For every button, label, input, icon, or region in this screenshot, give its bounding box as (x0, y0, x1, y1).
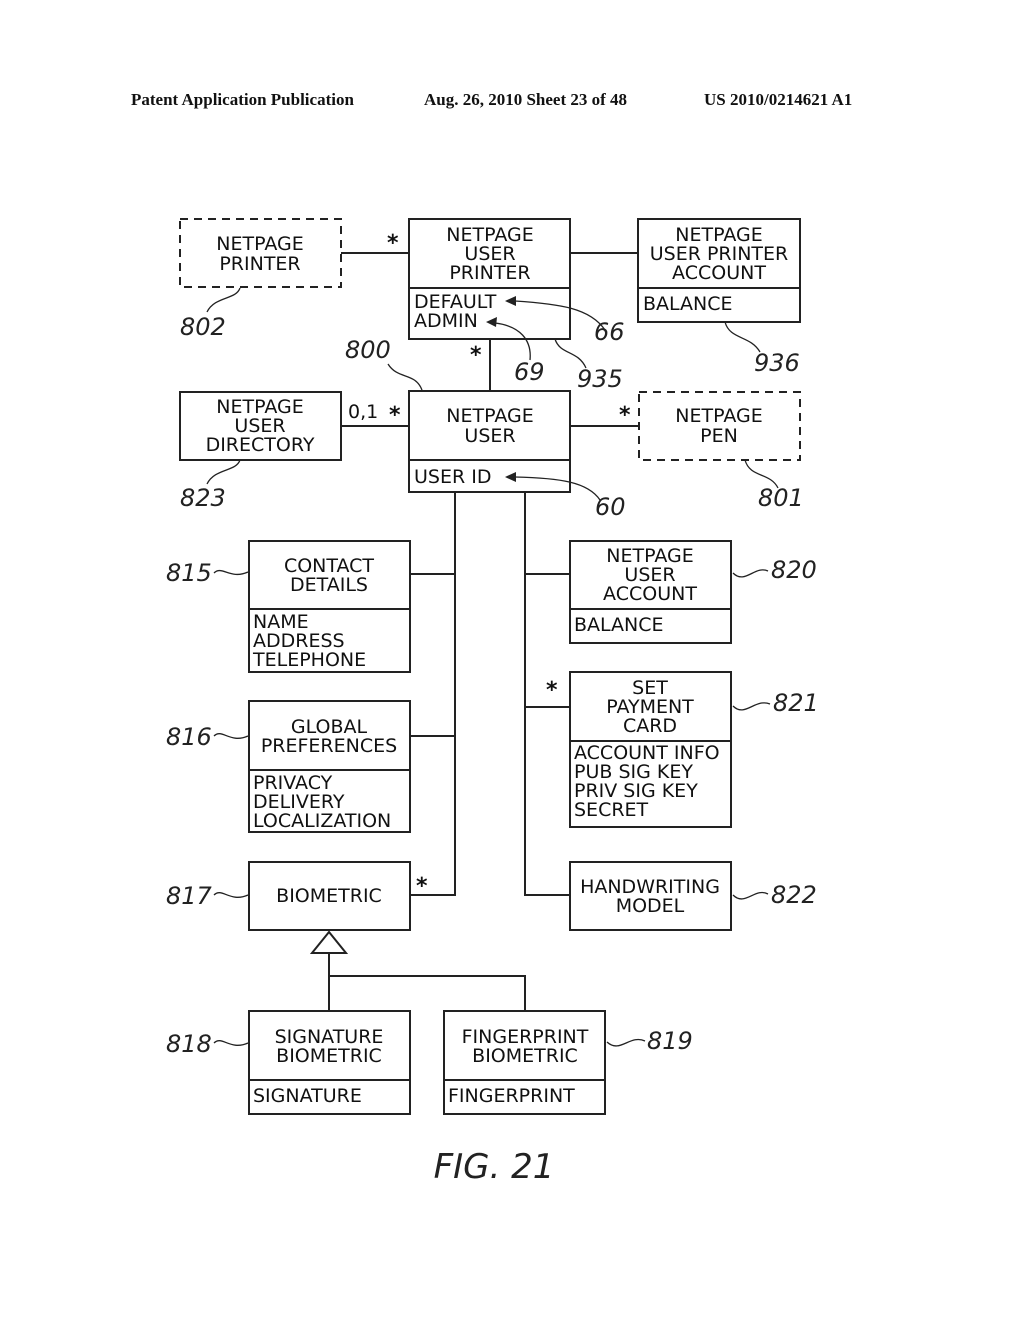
class-name-line: DETAILS (290, 574, 368, 596)
attribute-localization: LOCALIZATION (253, 810, 391, 832)
leader-817 (213, 892, 249, 898)
ref-numeral: 802 (180, 313, 226, 341)
attribute-telephone: TELEPHONE (252, 649, 366, 671)
class-name-line: NETPAGE (675, 405, 762, 427)
leader-802 (206, 287, 241, 313)
class-name-line: USER (464, 425, 515, 447)
multiplicity-label: * (416, 874, 428, 899)
ref-numeral: 935 (577, 365, 623, 393)
ref-numeral: 822 (771, 881, 817, 909)
class-set-payment-card[interactable]: SET PAYMENT CARD ACCOUNT INFO PUB SIG KE… (569, 671, 732, 828)
ref-numeral: 936 (754, 349, 800, 377)
class-name-line: DIRECTORY (206, 434, 315, 456)
multiplicity-label: * (470, 343, 482, 368)
attribute-balance: BALANCE (574, 614, 664, 636)
class-netpage-printer[interactable]: NETPAGE PRINTER (179, 218, 342, 288)
figure-caption: FIG. 21 (434, 1147, 555, 1187)
leader-936 (724, 321, 761, 353)
ref-numeral: 821 (773, 689, 819, 717)
class-netpage-user-printer-account[interactable]: NETPAGE USER PRINTER ACCOUNT BALANCE (637, 218, 801, 323)
generalization-triangle (309, 930, 349, 954)
leader-935 (554, 338, 587, 369)
leader-822 (732, 891, 769, 900)
class-name-line: CARD (623, 715, 677, 737)
class-handwriting-model[interactable]: HANDWRITING MODEL (569, 861, 732, 931)
class-name-line: BIOMETRIC (472, 1045, 578, 1067)
leader-821 (732, 702, 771, 711)
ref-numeral: 818 (166, 1030, 212, 1058)
attribute-secret: SECRET (574, 799, 649, 821)
attribute-admin: ADMIN (414, 310, 478, 332)
class-name-line: NETPAGE (216, 233, 303, 255)
class-netpage-pen[interactable]: NETPAGE PEN (638, 391, 801, 461)
inherit-fingerprint (329, 975, 526, 1011)
leader-800 (387, 363, 423, 391)
attribute-user-id: USER ID (414, 466, 491, 488)
ref-numeral: 817 (166, 882, 213, 910)
class-netpage-user[interactable]: NETPAGE USER USER ID (408, 390, 571, 493)
ref-numeral: 66 (594, 318, 625, 346)
leader-820 (732, 569, 769, 578)
class-name-line: NETPAGE (446, 405, 533, 427)
class-signature-biometric[interactable]: SIGNATURE BIOMETRIC SIGNATURE (248, 1010, 411, 1115)
leader-823 (206, 459, 241, 485)
uml-class-diagram: NETPAGE PRINTER NETPAGE USER PRINTER DEF… (166, 218, 819, 1187)
class-fingerprint-biometric[interactable]: FINGERPRINT BIOMETRIC FINGERPRINT (443, 1010, 606, 1115)
attribute-balance: BALANCE (643, 293, 733, 315)
class-netpage-user-account[interactable]: NETPAGE USER ACCOUNT BALANCE (569, 540, 732, 644)
assoc-user-left-trunk (410, 492, 456, 896)
multiplicity-label: * (546, 678, 558, 703)
ref-numeral: 820 (771, 556, 817, 584)
class-name-line: PEN (700, 425, 738, 447)
ref-numeral: 69 (514, 358, 545, 386)
attribute-signature: SIGNATURE (253, 1085, 362, 1107)
class-name-line: BIOMETRIC (276, 885, 382, 907)
attribute-fingerprint: FINGERPRINT (448, 1085, 575, 1107)
leader-818 (213, 1040, 249, 1046)
multiplicity-label: * (619, 403, 631, 428)
ref-numeral: 823 (180, 484, 226, 512)
multiplicity-label: * (389, 403, 401, 428)
ref-numeral: 60 (595, 493, 626, 521)
class-name-line: PREFERENCES (261, 735, 397, 757)
ref-numeral: 801 (758, 484, 804, 512)
leader-819 (606, 1038, 646, 1047)
class-name-line: PRINTER (219, 253, 300, 275)
multiplicity-label: 0,1 (348, 401, 378, 423)
ref-numeral: 816 (166, 723, 212, 751)
class-contact-details[interactable]: CONTACT DETAILS NAME ADDRESS TELEPHONE (248, 540, 411, 673)
class-netpage-user-directory[interactable]: NETPAGE USER DIRECTORY (179, 391, 342, 461)
class-name-line: PRINTER (449, 262, 530, 284)
class-name-line: MODEL (616, 895, 685, 917)
ref-numeral: 800 (345, 336, 391, 364)
class-name-line: ACCOUNT (603, 583, 697, 605)
leader-816 (213, 733, 249, 739)
multiplicity-label: * (387, 231, 399, 256)
class-global-preferences[interactable]: GLOBAL PREFERENCES PRIVACY DELIVERY LOCA… (248, 700, 411, 833)
class-name-line: BIOMETRIC (276, 1045, 382, 1067)
ref-numeral: 815 (166, 559, 212, 587)
leader-815 (213, 569, 249, 576)
class-name-line: ACCOUNT (672, 262, 766, 284)
class-biometric[interactable]: BIOMETRIC (248, 861, 411, 931)
ref-numeral: 819 (647, 1027, 693, 1055)
